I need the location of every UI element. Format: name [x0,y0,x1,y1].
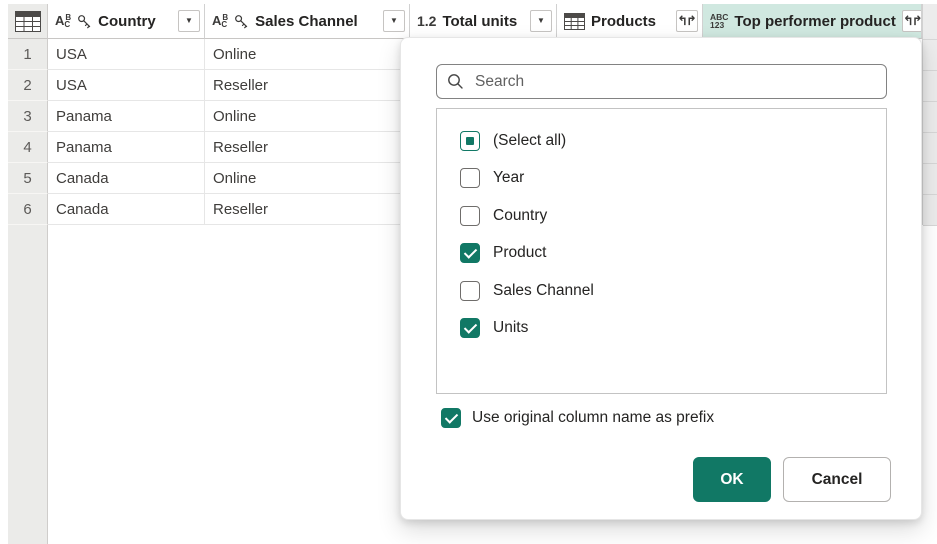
row-number[interactable]: 5 [8,163,48,194]
search-box[interactable] [436,64,887,99]
search-icon [447,73,464,90]
column-option-label: Product [493,244,546,262]
checkbox[interactable] [460,168,480,188]
chevron-down-icon: ▼ [390,17,398,25]
checkbox[interactable] [460,206,480,226]
column-option-country[interactable]: Country [437,197,886,235]
row-number[interactable]: 4 [8,132,48,163]
any-type-icon: ABC123 [710,13,728,29]
select-all-corner-button[interactable] [8,4,48,39]
cell-country[interactable]: Panama [48,132,205,163]
chevron-down-icon: ▼ [537,17,545,25]
grid-overflow-sliver [922,4,937,225]
row-number[interactable]: 6 [8,194,48,225]
cell-country[interactable]: USA [48,70,205,101]
cell-sales-channel[interactable]: Online [205,163,410,194]
column-option-select-all[interactable]: (Select all) [437,122,886,160]
checkbox[interactable] [460,318,480,338]
row-number[interactable]: 1 [8,39,48,70]
column-header-label: Total units [442,13,517,30]
expand-icon: ↰↱ [903,15,922,28]
expand-column-button[interactable]: ↰↱ [676,10,698,32]
prefix-option-label: Use original column name as prefix [472,409,714,427]
row-number[interactable]: 3 [8,101,48,132]
ok-button[interactable]: OK [693,457,771,502]
table-grid-icon [15,11,41,32]
column-header-sales-channel[interactable]: A BC Sales Channel ▼ [205,4,410,39]
checkbox[interactable] [441,408,461,428]
column-header-total-units[interactable]: 1.2 Total units ▼ [410,4,557,39]
expand-columns-dialog: (Select all) Year Country Product Sales … [400,37,922,520]
column-header-label: Country [98,13,156,30]
column-option-year[interactable]: Year [437,160,886,198]
cell-sales-channel[interactable]: Online [205,101,410,132]
cancel-button[interactable]: Cancel [783,457,891,502]
expand-column-button[interactable]: ↰↱ [902,10,922,32]
column-option-product[interactable]: Product [437,235,886,273]
key-icon [234,14,249,29]
filter-dropdown-button[interactable]: ▼ [383,10,405,32]
column-option-label: (Select all) [493,132,566,150]
row-number[interactable]: 2 [8,70,48,101]
column-header-products[interactable]: Products ↰↱ [557,4,703,39]
column-option-label: Country [493,207,547,225]
checkbox[interactable] [460,131,480,151]
text-type-icon: A BC [55,14,71,28]
cell-country[interactable]: Canada [48,163,205,194]
cell-sales-channel[interactable]: Online [205,39,410,70]
column-header-top-performer-product[interactable]: ABC123 Top performer product ↰↱ [703,4,922,39]
expand-icon: ↰↱ [677,15,697,28]
chevron-down-icon: ▼ [185,17,193,25]
key-icon [77,14,92,29]
cell-sales-channel[interactable]: Reseller [205,194,410,225]
power-query-grid: A BC Country ▼ A BC Sales Channel ▼ 1.2 … [0,0,937,544]
number-type-icon: 1.2 [417,13,436,29]
cell-country[interactable]: Canada [48,194,205,225]
column-option-sales-channel[interactable]: Sales Channel [437,272,886,310]
filter-dropdown-button[interactable]: ▼ [530,10,552,32]
checkbox[interactable] [460,243,480,263]
row-gutter-filler [8,225,48,544]
column-header-label: Products [591,13,656,30]
column-option-label: Sales Channel [493,282,594,300]
prefix-option[interactable]: Use original column name as prefix [441,408,714,428]
column-option-label: Year [493,169,524,187]
filter-dropdown-button[interactable]: ▼ [178,10,200,32]
column-header-country[interactable]: A BC Country ▼ [48,4,205,39]
checkbox[interactable] [460,281,480,301]
cell-sales-channel[interactable]: Reseller [205,132,410,163]
column-option-units[interactable]: Units [437,310,886,348]
column-list: (Select all) Year Country Product Sales … [436,108,887,394]
cell-sales-channel[interactable]: Reseller [205,70,410,101]
search-input[interactable] [473,72,876,92]
table-type-icon [564,13,585,30]
cell-country[interactable]: USA [48,39,205,70]
cell-country[interactable]: Panama [48,101,205,132]
text-type-icon: A BC [212,14,228,28]
column-option-label: Units [493,319,528,337]
column-header-label: Sales Channel [255,13,358,30]
column-header-label: Top performer product [734,13,895,30]
